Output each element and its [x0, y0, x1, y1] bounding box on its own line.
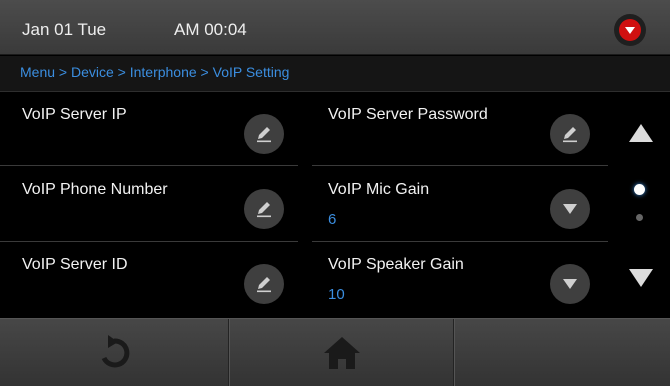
status-dropdown-button[interactable]	[614, 14, 646, 46]
setting-label: VoIP Speaker Gain	[328, 256, 464, 273]
mic-gain-value: 6	[328, 211, 337, 228]
scroll-up-button[interactable]	[628, 122, 654, 144]
edit-server-password-button[interactable]	[550, 114, 590, 154]
setting-label: VoIP Server ID	[22, 256, 128, 273]
pencil-icon	[563, 127, 577, 143]
chevron-down-icon	[563, 279, 577, 289]
edit-phone-number-button[interactable]	[244, 189, 284, 229]
home-button[interactable]	[231, 319, 453, 386]
page-scroller	[610, 92, 670, 318]
bottom-nav-bar	[0, 318, 670, 386]
setting-voip-server-password: VoIP Server Password	[310, 92, 610, 167]
chevron-down-icon	[563, 204, 577, 214]
date-text: Jan 01 Tue	[22, 20, 107, 39]
status-bar: Jan 01 Tue AM 00:04	[0, 0, 670, 55]
page-dot-active	[634, 184, 645, 195]
time-text: AM 00:04	[174, 20, 247, 39]
back-icon	[101, 335, 130, 368]
pencil-icon	[257, 202, 271, 218]
home-icon	[324, 337, 360, 369]
page-dot-inactive	[636, 214, 643, 221]
back-button[interactable]	[0, 319, 228, 386]
setting-voip-speaker-gain: VoIP Speaker Gain 10	[310, 242, 610, 317]
setting-label: VoIP Mic Gain	[328, 181, 430, 198]
row-divider	[312, 241, 608, 242]
row-divider	[312, 165, 608, 166]
row-divider	[0, 241, 298, 242]
setting-voip-phone-number: VoIP Phone Number	[0, 167, 300, 242]
speaker-gain-value: 10	[328, 286, 345, 303]
setting-label: VoIP Server Password	[328, 106, 488, 123]
setting-label: VoIP Server IP	[22, 106, 127, 123]
speaker-gain-dropdown-button[interactable]	[550, 264, 590, 304]
row-divider	[0, 165, 298, 166]
mic-gain-dropdown-button[interactable]	[550, 189, 590, 229]
settings-grid: VoIP Server IP VoIP Server Password VoIP…	[0, 92, 610, 318]
scroll-down-button[interactable]	[628, 267, 654, 289]
setting-voip-server-ip: VoIP Server IP	[0, 92, 300, 167]
edit-server-id-button[interactable]	[244, 264, 284, 304]
setting-label: VoIP Phone Number	[22, 181, 168, 198]
nav-separator	[453, 319, 455, 386]
edit-server-ip-button[interactable]	[244, 114, 284, 154]
pencil-icon	[257, 127, 271, 143]
nav-separator	[228, 319, 230, 386]
breadcrumb: Menu > Device > Interphone > VoIP Settin…	[0, 56, 670, 92]
pencil-icon	[257, 277, 271, 293]
setting-voip-server-id: VoIP Server ID	[0, 242, 300, 317]
setting-voip-mic-gain: VoIP Mic Gain 6	[310, 167, 610, 242]
chevron-down-icon	[619, 19, 641, 41]
